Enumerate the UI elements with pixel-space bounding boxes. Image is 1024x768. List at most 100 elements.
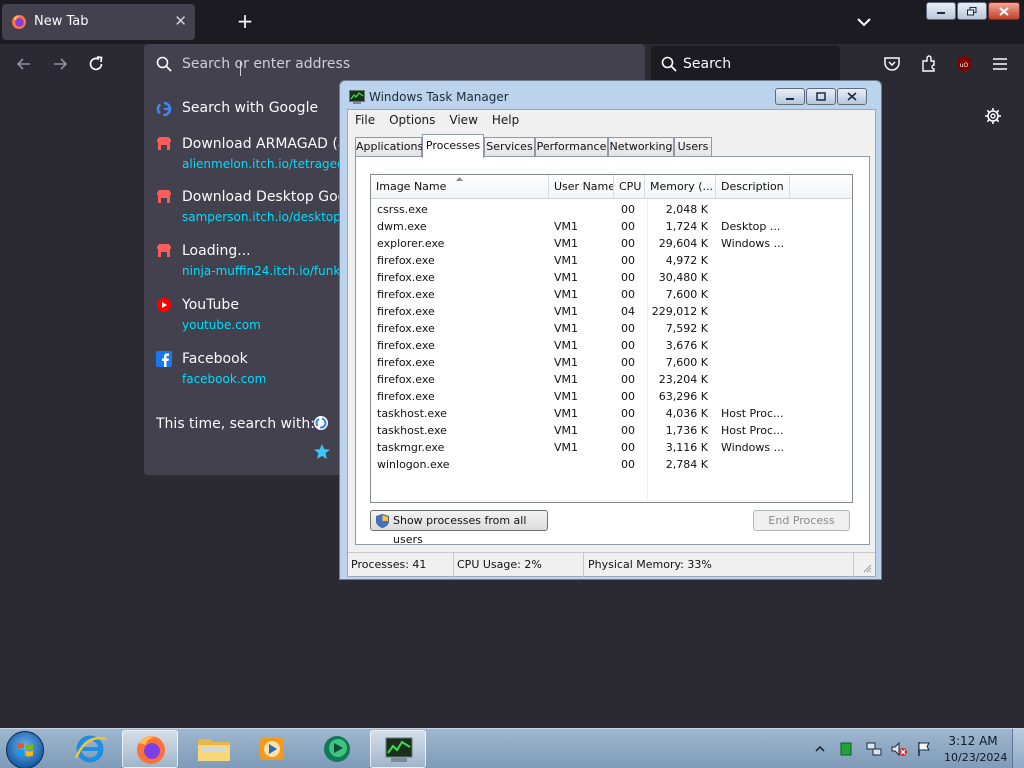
clock-time[interactable]: 3:12 AM bbox=[944, 734, 1002, 748]
task-manager-window: Windows Task Manager File Options View H… bbox=[339, 80, 882, 580]
cell-description bbox=[721, 269, 787, 286]
gear-icon[interactable] bbox=[984, 107, 1002, 125]
tray-green-app-icon[interactable] bbox=[838, 741, 854, 757]
table-row[interactable]: firefox.exe VM1 04 229,012 K bbox=[371, 303, 852, 320]
table-row[interactable]: firefox.exe VM1 00 7,600 K bbox=[371, 286, 852, 303]
firefox-icon bbox=[137, 736, 165, 764]
bookmarks-star-icon[interactable] bbox=[313, 443, 331, 460]
cell-user-name bbox=[554, 456, 614, 473]
pocket-icon[interactable] bbox=[883, 55, 901, 73]
cell-cpu: 00 bbox=[621, 356, 635, 369]
suggestion-url: samperson.itch.io/desktop-go bbox=[182, 210, 361, 224]
network-icon[interactable] bbox=[866, 741, 882, 757]
restore-icon bbox=[967, 6, 977, 15]
cell-cpu: 04 bbox=[621, 305, 635, 318]
ublock-origin-icon[interactable]: uO bbox=[955, 55, 973, 73]
cell-cpu: 00 bbox=[621, 203, 635, 216]
cell-memory: 63,296 K bbox=[658, 390, 708, 403]
menu-hamburger-icon[interactable] bbox=[991, 55, 1009, 73]
menu-view[interactable]: View bbox=[442, 110, 484, 130]
cell-image-name: firefox.exe bbox=[377, 356, 435, 369]
menu-help[interactable]: Help bbox=[485, 110, 526, 130]
cell-memory: 23,204 K bbox=[658, 373, 708, 386]
extensions-icon[interactable] bbox=[920, 55, 938, 73]
cell-description bbox=[721, 354, 787, 371]
table-row[interactable]: explorer.exe VM1 00 29,604 K Windows ... bbox=[371, 235, 852, 252]
taskbar-firefox[interactable] bbox=[122, 730, 178, 768]
table-row[interactable]: firefox.exe VM1 00 7,592 K bbox=[371, 320, 852, 337]
restore-button[interactable] bbox=[957, 2, 987, 20]
list-all-tabs-icon[interactable] bbox=[854, 12, 874, 32]
column-description[interactable]: Description bbox=[716, 175, 790, 199]
reload-icon[interactable] bbox=[86, 54, 106, 74]
taskbar-internet-explorer[interactable] bbox=[62, 730, 118, 768]
cell-image-name: explorer.exe bbox=[377, 237, 445, 250]
cell-memory: 1,736 K bbox=[665, 424, 708, 437]
resize-grip-icon[interactable] bbox=[862, 563, 872, 573]
cell-cpu: 00 bbox=[621, 390, 635, 403]
itchio-icon bbox=[157, 244, 171, 257]
close-button[interactable] bbox=[988, 2, 1020, 20]
google-search-engine-icon[interactable] bbox=[313, 415, 329, 431]
table-row[interactable]: firefox.exe VM1 00 30,480 K bbox=[371, 269, 852, 286]
search-icon bbox=[661, 56, 677, 72]
show-all-processes-button[interactable]: Show processes from all users bbox=[370, 510, 548, 546]
start-button[interactable] bbox=[6, 731, 44, 768]
end-process-button[interactable]: End Process bbox=[753, 510, 850, 531]
table-row[interactable]: firefox.exe VM1 00 7,600 K bbox=[371, 354, 852, 371]
tab-services[interactable]: Services bbox=[484, 137, 535, 157]
tm-maximize-button[interactable] bbox=[806, 88, 836, 105]
cell-image-name: winlogon.exe bbox=[377, 458, 450, 471]
tab-processes[interactable]: Processes bbox=[422, 134, 484, 158]
tab-new-tab[interactable]: New Tab ✕ bbox=[2, 4, 195, 40]
url-bar[interactable] bbox=[144, 44, 645, 84]
column-memory[interactable]: Memory (... bbox=[645, 175, 716, 199]
tab-applications[interactable]: Applications bbox=[355, 137, 423, 157]
cell-image-name: taskhost.exe bbox=[377, 424, 447, 437]
tm-minimize-button[interactable] bbox=[775, 88, 805, 105]
back-arrow-icon[interactable] bbox=[14, 54, 34, 74]
table-row[interactable]: winlogon.exe 00 2,784 K bbox=[371, 456, 852, 473]
cell-description: Windows ... bbox=[721, 441, 785, 454]
tab-performance[interactable]: Performance bbox=[535, 137, 608, 157]
column-user-name[interactable]: User Name bbox=[549, 175, 614, 199]
action-center-flag-icon[interactable] bbox=[916, 741, 932, 757]
table-row[interactable]: firefox.exe VM1 00 3,676 K bbox=[371, 337, 852, 354]
volume-muted-icon[interactable] bbox=[891, 741, 907, 757]
tab-users[interactable]: Users bbox=[674, 137, 712, 157]
table-row[interactable]: firefox.exe VM1 00 63,296 K bbox=[371, 388, 852, 405]
table-row[interactable]: firefox.exe VM1 00 4,972 K bbox=[371, 252, 852, 269]
column-cpu[interactable]: CPU bbox=[614, 175, 645, 199]
table-row[interactable]: firefox.exe VM1 00 23,204 K bbox=[371, 371, 852, 388]
taskbar-task-manager[interactable] bbox=[370, 730, 426, 768]
tab-networking[interactable]: Networking bbox=[608, 137, 674, 157]
cell-cpu: 00 bbox=[621, 288, 635, 301]
firefox-tab-bar: New Tab ✕ + bbox=[0, 0, 1024, 44]
cell-user-name: VM1 bbox=[554, 373, 579, 386]
new-tab-button[interactable]: + bbox=[234, 10, 256, 32]
taskbar-media-player[interactable] bbox=[244, 730, 300, 768]
table-row[interactable]: dwm.exe VM1 00 1,724 K Desktop ... bbox=[371, 218, 852, 235]
media-player-icon bbox=[260, 738, 284, 760]
show-hidden-icons-icon[interactable] bbox=[814, 743, 826, 755]
cell-image-name: firefox.exe bbox=[377, 339, 435, 352]
search-box[interactable]: Search bbox=[651, 46, 840, 82]
tab-close-icon[interactable]: ✕ bbox=[174, 12, 187, 30]
suggestion-title: Loading... bbox=[182, 243, 251, 259]
table-row[interactable]: csrss.exe 00 2,048 K bbox=[371, 201, 852, 218]
table-row[interactable]: taskhost.exe VM1 00 4,036 K Host Proc... bbox=[371, 405, 852, 422]
tm-close-button[interactable] bbox=[837, 88, 867, 105]
url-input[interactable] bbox=[182, 53, 622, 75]
taskbar-file-explorer[interactable] bbox=[186, 730, 242, 768]
table-row[interactable]: taskhost.exe VM1 00 1,736 K Host Proc... bbox=[371, 422, 852, 439]
menu-file[interactable]: File bbox=[348, 110, 382, 130]
minimize-button[interactable] bbox=[926, 2, 956, 20]
menu-options[interactable]: Options bbox=[382, 110, 442, 130]
forward-arrow-icon[interactable] bbox=[50, 54, 70, 74]
suggestion-url: youtube.com bbox=[182, 318, 261, 332]
process-list[interactable]: Image Name User Name CPU Memory (... Des… bbox=[370, 174, 853, 503]
clock-date[interactable]: 10/23/2024 bbox=[944, 751, 1007, 764]
show-desktop-button[interactable] bbox=[1012, 729, 1024, 768]
taskbar-app[interactable] bbox=[309, 730, 365, 768]
table-row[interactable]: taskmgr.exe VM1 00 3,116 K Windows ... bbox=[371, 439, 852, 456]
